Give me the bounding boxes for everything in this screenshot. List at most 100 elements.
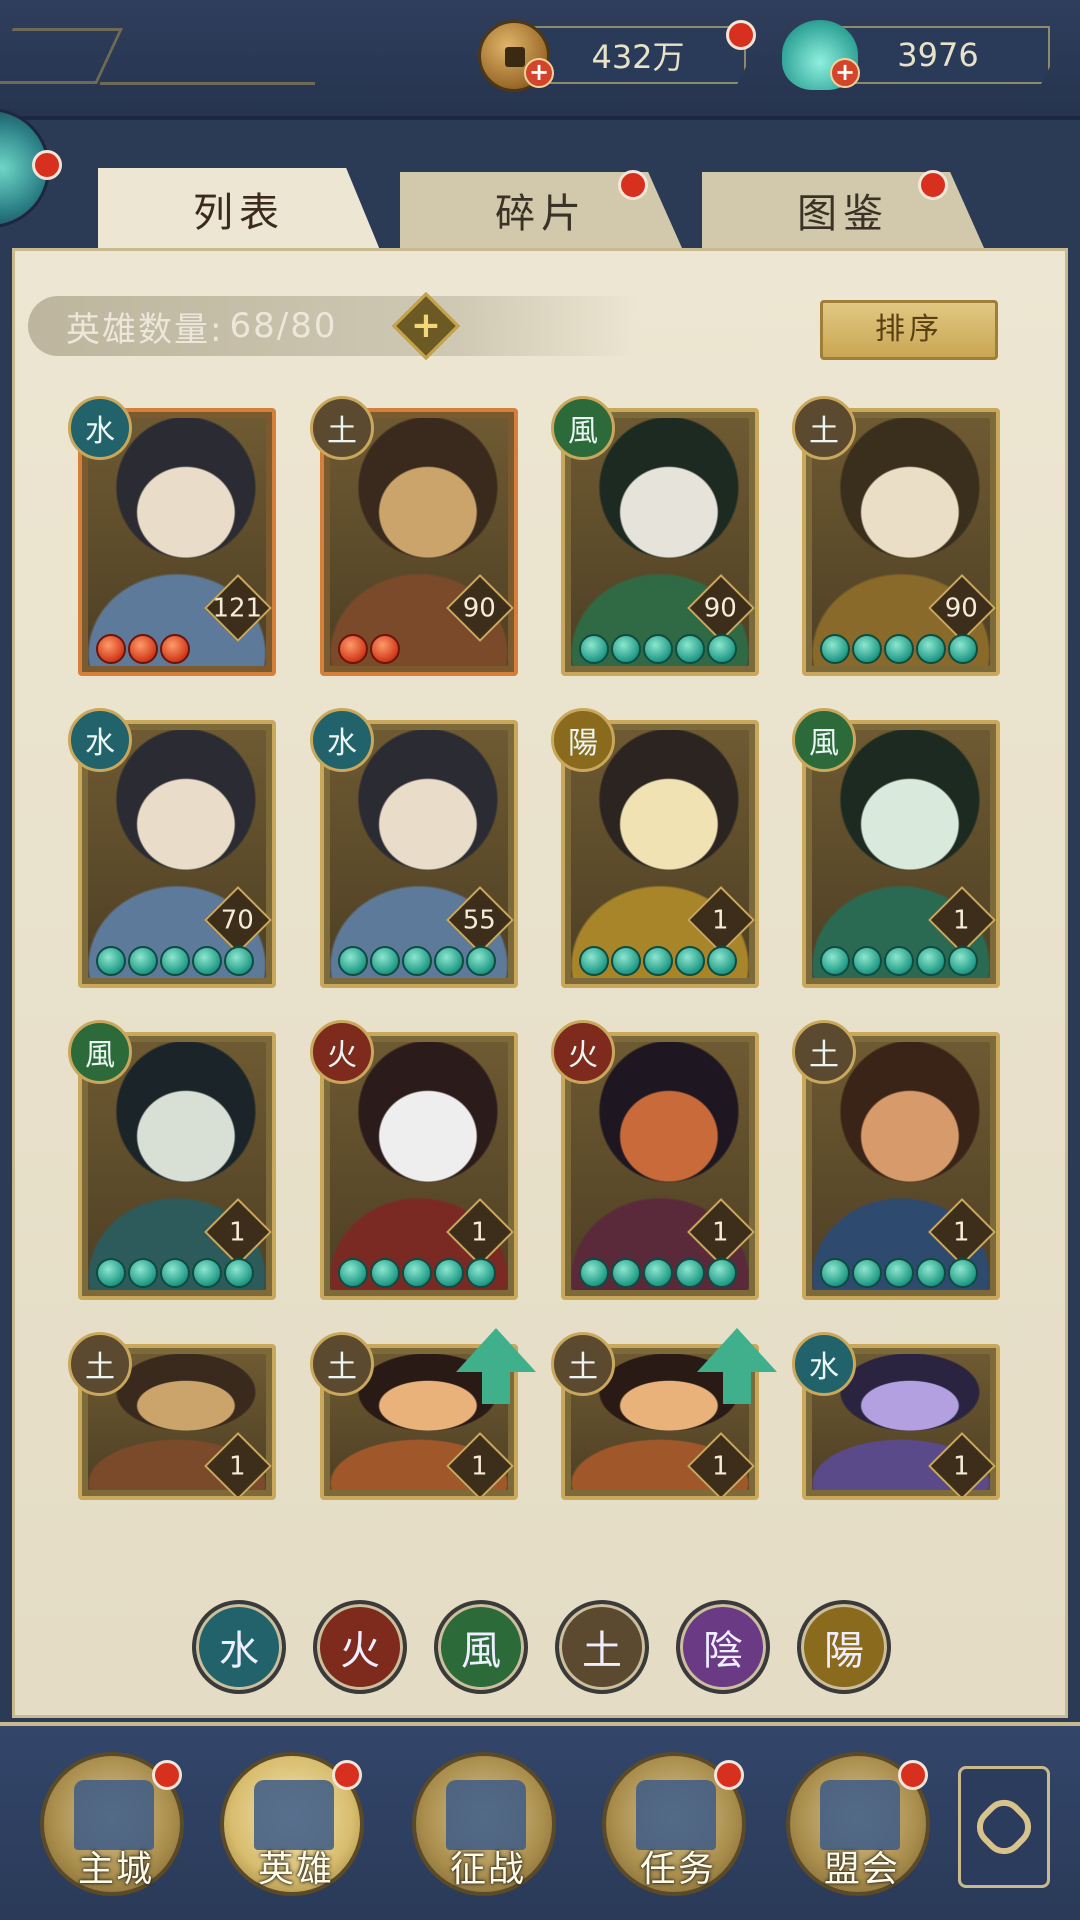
water-element-icon: 水	[68, 708, 132, 772]
header-ornament	[0, 28, 124, 84]
hero-level: 1	[229, 1217, 246, 1248]
star-pip-icon	[402, 946, 432, 976]
star-pip-icon	[338, 634, 368, 664]
add-shells-button[interactable]: +	[830, 58, 860, 88]
star-pip-icon	[224, 946, 254, 976]
coin-balance-value: 432万	[591, 38, 685, 76]
star-pip-icon	[707, 1258, 737, 1288]
star-pip-icon	[434, 1258, 464, 1288]
tab-fragments-label: 碎片	[495, 191, 587, 237]
water-element-icon: 水	[792, 1332, 856, 1396]
nav-notification-dot	[332, 1760, 362, 1790]
star-pip-icon	[160, 1258, 190, 1288]
star-pip-icon	[948, 634, 978, 664]
hero-level: 1	[471, 1217, 488, 1248]
wind-element-icon: 風	[792, 708, 856, 772]
star-pip-icon	[643, 634, 673, 664]
hero-level: 121	[212, 593, 263, 624]
star-pip-icon	[948, 1258, 978, 1288]
star-pip-icon	[916, 1258, 946, 1288]
star-pip-icon	[402, 1258, 432, 1288]
hero-level: 1	[953, 1217, 970, 1248]
star-pip-icon	[820, 946, 850, 976]
star-pip-icon	[675, 634, 705, 664]
nav-notification-dot	[152, 1760, 182, 1790]
hero-star-rating	[96, 1258, 254, 1288]
hero-star-rating	[96, 946, 254, 976]
avatar-notification-dot	[32, 150, 62, 180]
star-pip-icon	[643, 946, 673, 976]
star-pip-icon	[820, 1258, 850, 1288]
filter-yang-button[interactable]: 陽	[797, 1600, 891, 1694]
hero-level: 1	[229, 1451, 246, 1482]
earth-element-icon: 土	[68, 1332, 132, 1396]
star-pip-icon	[434, 946, 464, 976]
tab-codex-label: 图鉴	[797, 191, 889, 237]
filter-fire-button[interactable]: 火	[313, 1600, 407, 1694]
hero-star-rating	[579, 634, 737, 664]
star-pip-icon	[707, 634, 737, 664]
star-pip-icon	[466, 946, 496, 976]
hero-level: 1	[712, 905, 729, 936]
hero-star-rating	[820, 634, 978, 664]
sort-button[interactable]: 排序	[820, 300, 998, 360]
hero-count-value: 68/80	[229, 306, 338, 346]
filter-wind-button[interactable]: 風	[434, 1600, 528, 1694]
earth-element-icon: 土	[310, 1332, 374, 1396]
fire-element-icon: 火	[551, 1020, 615, 1084]
hero-count-banner: 英雄数量: 68/80	[28, 296, 638, 356]
menu-flower-icon	[968, 1791, 1040, 1863]
star-pip-icon	[128, 946, 158, 976]
hero-level: 55	[462, 905, 496, 936]
star-pip-icon	[466, 1258, 496, 1288]
water-element-icon: 水	[310, 708, 374, 772]
tab-list-label: 列表	[193, 190, 285, 236]
add-coins-button[interactable]: +	[524, 58, 554, 88]
star-pip-icon	[611, 946, 641, 976]
earth-element-icon: 土	[792, 1020, 856, 1084]
hero-level: 90	[462, 593, 496, 624]
nav-notification-dot	[898, 1760, 928, 1790]
star-pip-icon	[916, 946, 946, 976]
filter-water-button[interactable]: 水	[192, 1600, 286, 1694]
fragments-notification-dot	[618, 170, 648, 200]
earth-element-icon: 土	[792, 396, 856, 460]
hero-level: 90	[703, 593, 737, 624]
star-pip-icon	[370, 946, 400, 976]
star-pip-icon	[128, 1258, 158, 1288]
star-pip-icon	[611, 634, 641, 664]
nav-label: 任务	[639, 1849, 716, 1890]
fire-element-icon: 火	[310, 1020, 374, 1084]
star-pip-icon	[852, 634, 882, 664]
nav-notification-dot	[714, 1760, 744, 1790]
water-element-icon: 水	[68, 396, 132, 460]
star-pip-icon	[579, 946, 609, 976]
shell-balance-value: 3976	[897, 36, 979, 74]
hero-star-rating	[820, 946, 978, 976]
hero-level: 1	[712, 1451, 729, 1482]
earth-element-icon: 土	[310, 396, 374, 460]
wind-element-icon: 風	[551, 396, 615, 460]
upgrade-arrow-icon	[456, 1328, 536, 1404]
star-pip-icon	[338, 946, 368, 976]
hero-count-label: 英雄数量:	[66, 309, 224, 350]
star-pip-icon	[707, 946, 737, 976]
filter-earth-button[interactable]: 土	[555, 1600, 649, 1694]
star-pip-icon	[579, 1258, 609, 1288]
star-pip-icon	[643, 1258, 673, 1288]
yang-element-icon: 陽	[551, 708, 615, 772]
more-menu-button[interactable]	[958, 1766, 1050, 1888]
filter-yin-button[interactable]: 陰	[676, 1600, 770, 1694]
coin-notification-dot	[726, 20, 756, 50]
tab-list[interactable]: 列表	[98, 168, 380, 250]
star-pip-icon	[948, 946, 978, 976]
hero-star-rating	[338, 946, 496, 976]
star-pip-icon	[852, 1258, 882, 1288]
nav-label: 盟会	[823, 1849, 900, 1890]
hero-level: 1	[471, 1451, 488, 1482]
star-pip-icon	[160, 634, 190, 664]
hero-star-rating	[96, 634, 190, 664]
nav-battle-button[interactable]: 征战	[412, 1752, 556, 1896]
hero-level: 1	[712, 1217, 729, 1248]
star-pip-icon	[579, 634, 609, 664]
